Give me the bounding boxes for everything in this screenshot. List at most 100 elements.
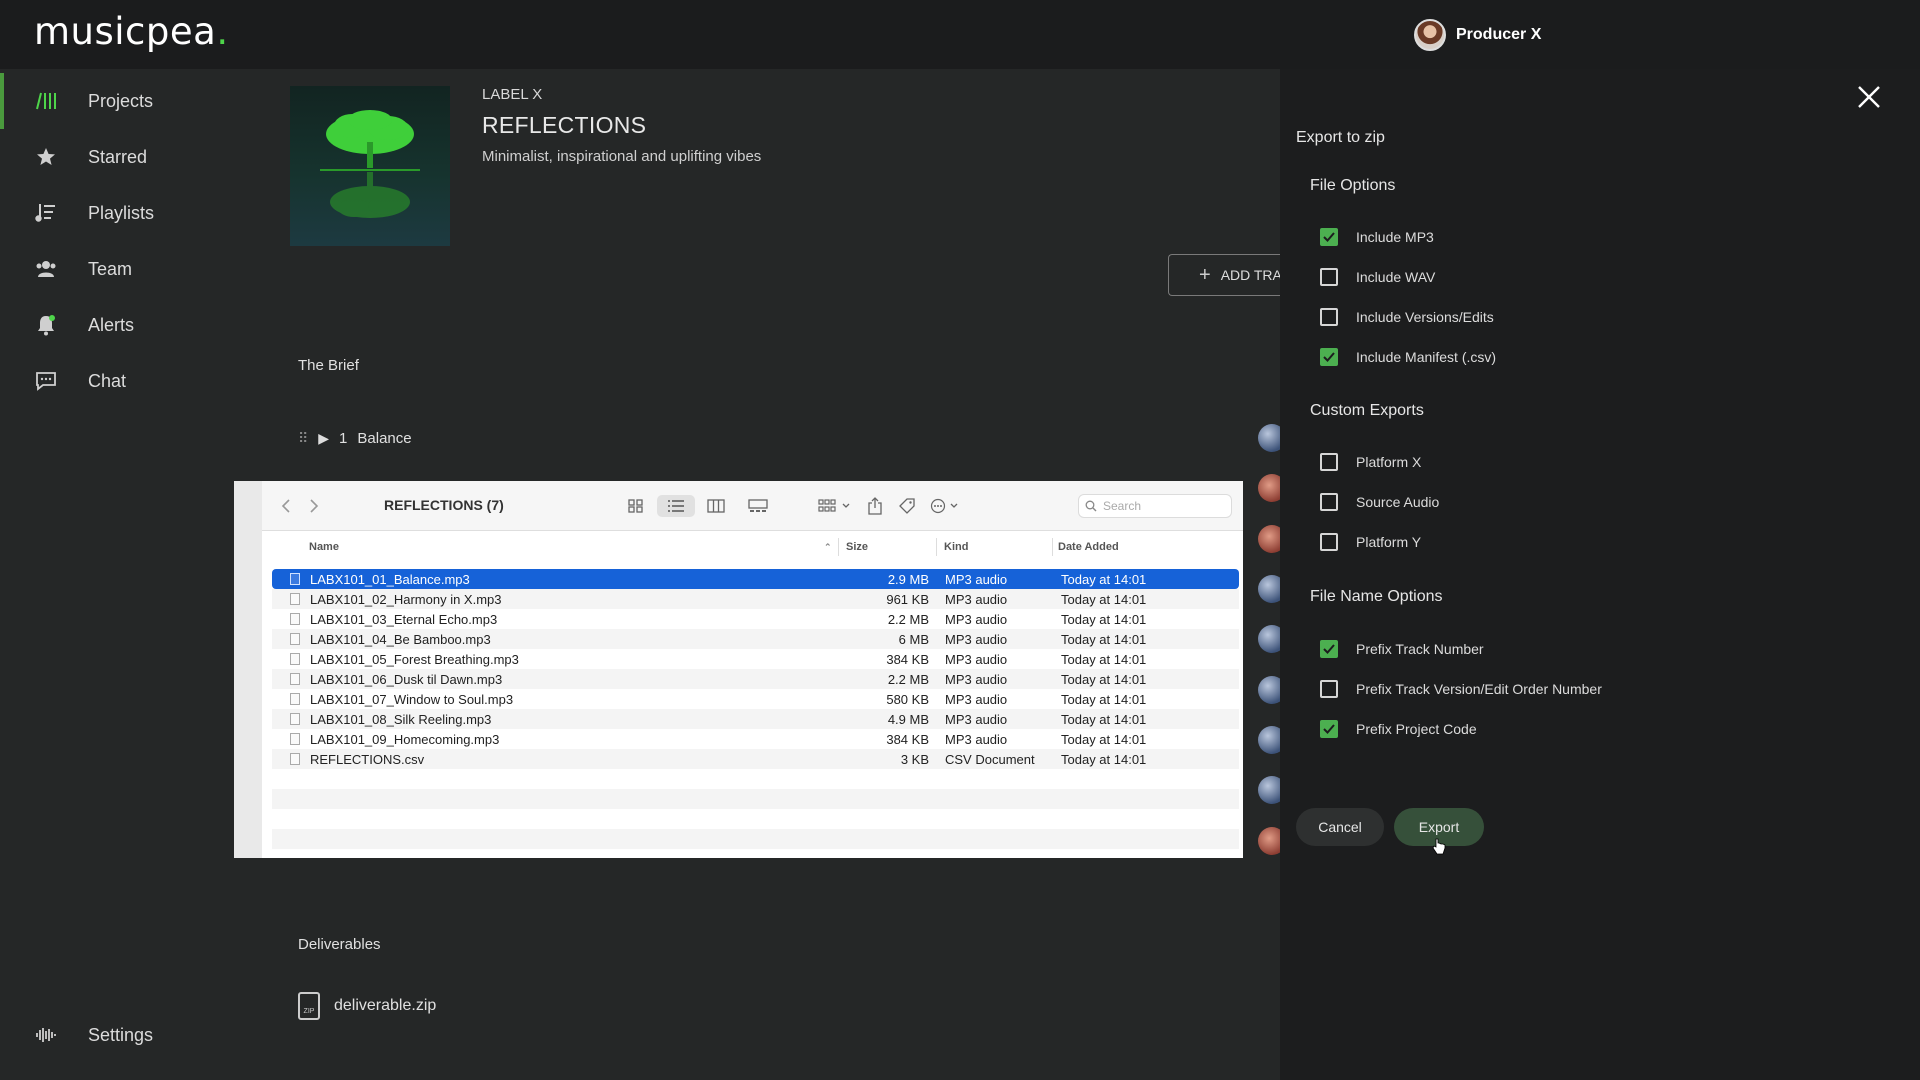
project-description: Minimalist, inspirational and uplifting … (482, 148, 762, 165)
checkmark-icon (1323, 724, 1335, 734)
play-icon[interactable]: ▶ (318, 430, 329, 447)
finder-file-row[interactable]: REFLECTIONS.csv 3 KB CSV Document Today at … (272, 749, 1239, 769)
track-row[interactable]: ⠿ ▶ 1 Balance (298, 426, 412, 450)
group-icon[interactable] (816, 495, 854, 517)
checkbox[interactable] (1320, 453, 1338, 471)
team-icon (34, 257, 58, 281)
checkbox[interactable] (1320, 640, 1338, 658)
user-menu[interactable]: Producer X (1414, 18, 1541, 52)
column-header-date-added[interactable]: Date Added (1058, 537, 1119, 557)
gallery-view-icon[interactable] (746, 495, 770, 517)
checkbox[interactable] (1320, 720, 1338, 738)
finder-file-row[interactable]: LABX101_08_Silk Reeling.mp3 4.9 MB MP3 aud… (272, 709, 1239, 729)
column-header-kind[interactable]: Kind (944, 537, 968, 557)
file-size: 384 KB (886, 731, 929, 747)
option-include-manifest[interactable]: Include Manifest (.csv) (1320, 346, 1496, 368)
finder-window: REFLECTIONS (7) Search Name ⌃ Size Kind … (234, 481, 1243, 858)
option-platform-x[interactable]: Platform X (1320, 451, 1421, 473)
track-name: Balance (357, 429, 412, 447)
finder-file-row[interactable]: LABX101_05_Forest Breathing.mp3 384 KB MP3… (272, 649, 1239, 669)
sidebar-item-label: Projects (88, 90, 154, 111)
file-icon (290, 693, 300, 705)
top-bar: musicpea. Producer X (0, 0, 1920, 69)
finder-search-input[interactable]: Search (1078, 494, 1232, 518)
export-panel-title: Export to zip (1296, 129, 1385, 146)
sidebar-item-projects[interactable]: Projects (0, 73, 270, 129)
sidebar-item-label: Team (88, 258, 133, 279)
file-date-added: Today at 14:01 (1061, 611, 1147, 627)
sidebar-item-settings[interactable]: Settings (0, 1007, 270, 1063)
back-icon[interactable] (276, 495, 296, 517)
option-prefix-version-order[interactable]: Prefix Track Version/Edit Order Number (1320, 678, 1602, 700)
file-kind: MP3 audio (945, 731, 1008, 747)
checkbox[interactable] (1320, 533, 1338, 551)
file-icon (290, 673, 300, 685)
finder-file-row[interactable]: LABX101_03_Eternal Echo.mp3 2.2 MB MP3 aud… (272, 609, 1239, 629)
column-view-icon[interactable] (704, 495, 728, 517)
checkbox[interactable] (1320, 680, 1338, 698)
option-include-wav[interactable]: Include WAV (1320, 266, 1435, 288)
plus-icon: + (1199, 263, 1211, 286)
column-divider (838, 538, 839, 556)
drag-handle-icon[interactable]: ⠿ (298, 430, 308, 447)
avatar[interactable] (1414, 19, 1446, 51)
checkbox[interactable] (1320, 493, 1338, 511)
logo-dot: . (216, 10, 229, 53)
option-include-versions[interactable]: Include Versions/Edits (1320, 306, 1494, 328)
empty-row (272, 789, 1239, 809)
checkbox[interactable] (1320, 268, 1338, 286)
file-name: LABX101_06_Dusk til Dawn.mp3 (310, 671, 503, 687)
sidebar-item-playlists[interactable]: Playlists (0, 185, 270, 241)
cancel-button[interactable]: Cancel (1296, 808, 1384, 846)
checkmark-icon (1323, 644, 1335, 654)
finder-file-row[interactable]: LABX101_01_Balance.mp3 2.9 MB MP3 audio Tod… (272, 569, 1239, 589)
option-prefix-project-code[interactable]: Prefix Project Code (1320, 718, 1477, 740)
option-include-mp3[interactable]: Include MP3 (1320, 226, 1434, 248)
finder-file-row[interactable]: LABX101_06_Dusk til Dawn.mp3 2.2 MB MP3 au… (272, 669, 1239, 689)
app-logo[interactable]: musicpea. (34, 10, 229, 53)
file-kind: MP3 audio (945, 651, 1008, 667)
option-source-audio[interactable]: Source Audio (1320, 491, 1439, 513)
file-kind: CSV Document (945, 751, 1035, 767)
finder-file-row[interactable]: LABX101_02_Harmony in X.mp3 961 KB MP3 aud… (272, 589, 1239, 609)
checkbox[interactable] (1320, 228, 1338, 246)
bell-icon (34, 313, 58, 337)
add-track-button[interactable]: + ADD TRA (1168, 254, 1288, 296)
finder-sidebar (234, 481, 262, 858)
sidebar-item-starred[interactable]: Starred (0, 129, 270, 185)
column-header-name[interactable]: Name (309, 537, 339, 557)
icon-view-icon[interactable] (624, 495, 648, 517)
tag-icon[interactable] (896, 495, 918, 517)
option-prefix-track-number[interactable]: Prefix Track Number (1320, 638, 1484, 660)
file-kind: MP3 audio (945, 671, 1008, 687)
finder-file-row[interactable]: LABX101_07_Window to Soul.mp3 580 KB MP3 a… (272, 689, 1239, 709)
sidebar-item-team[interactable]: Team (0, 241, 270, 297)
checkbox[interactable] (1320, 308, 1338, 326)
option-label: Include Versions/Edits (1356, 309, 1494, 325)
checkbox[interactable] (1320, 348, 1338, 366)
deliverable-file[interactable]: ZIP deliverable.zip (298, 992, 436, 1020)
finder-file-row[interactable]: LABX101_09_Homecoming.mp3 384 KB MP3 audio… (272, 729, 1239, 749)
option-platform-y[interactable]: Platform Y (1320, 531, 1421, 553)
project-cover-art (290, 86, 450, 246)
sidebar-item-alerts[interactable]: Alerts (0, 297, 270, 353)
file-name: LABX101_08_Silk Reeling.mp3 (310, 711, 492, 727)
list-view-icon[interactable] (657, 495, 695, 517)
hand-cursor-icon (1432, 838, 1446, 855)
more-actions-icon[interactable] (928, 495, 966, 517)
forward-icon[interactable] (304, 495, 324, 517)
finder-file-row[interactable]: LABX101_04_Be Bamboo.mp3 6 MB MP3 audio Tod… (272, 629, 1239, 649)
close-icon[interactable] (1854, 82, 1884, 112)
share-icon[interactable] (864, 495, 886, 517)
chat-icon (34, 369, 58, 393)
file-date-added: Today at 14:01 (1061, 591, 1147, 607)
sort-ascending-icon[interactable]: ⌃ (824, 537, 832, 557)
column-divider (936, 538, 937, 556)
custom-exports-heading: Custom Exports (1310, 402, 1424, 419)
sidebar-item-chat[interactable]: Chat (0, 353, 270, 409)
sidebar-item-label: Chat (88, 370, 127, 391)
option-label: Platform X (1356, 454, 1422, 470)
file-date-added: Today at 14:01 (1061, 711, 1147, 727)
column-header-size[interactable]: Size (846, 537, 868, 557)
file-name: LABX101_09_Homecoming.mp3 (310, 731, 500, 747)
